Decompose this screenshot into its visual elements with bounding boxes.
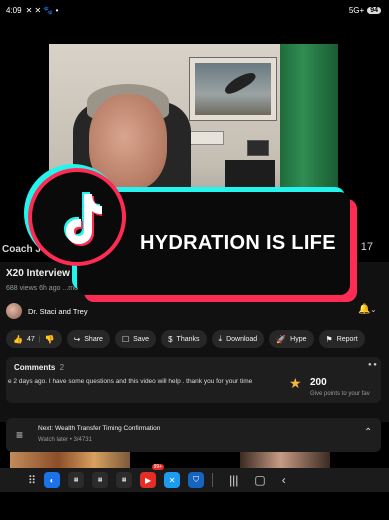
video-title[interactable]: X20 Interview w <box>6 268 80 279</box>
green-curtain <box>280 44 338 244</box>
report-button[interactable]: ⚑ Report <box>318 330 365 348</box>
hype-label: Hype <box>290 335 307 343</box>
download-icon: ⤓ <box>218 334 223 343</box>
report-label: Report <box>336 335 358 343</box>
home-icon[interactable]: ▢ <box>254 473 265 487</box>
shield-icon[interactable]: ⛉ <box>188 472 205 488</box>
download-label: Download <box>226 335 258 343</box>
person-head <box>89 94 167 190</box>
status-bar: 4:09 ✕ ✕ 🐾 • 5G+ 94 <box>0 0 389 44</box>
eagle-image <box>222 69 258 97</box>
pill-divider: | <box>38 335 41 343</box>
battery-icon: 94 <box>367 7 381 14</box>
network-indicator: 5G+ <box>348 6 365 15</box>
desk-monitor <box>247 140 269 156</box>
comment-preview: e 2 days ago. I have some questions and … <box>8 378 253 385</box>
like-count: 47 <box>26 335 35 343</box>
thanks-label: Thanks <box>176 335 200 343</box>
taskbar: ⠿ ◐ ▦ ▦ ▦ ▶ 99+ ✕ ⛉ ||| ▢ ‹ <box>0 464 389 492</box>
app-icon[interactable]: ▦ <box>92 472 109 488</box>
youtube-icon[interactable]: ▶ 99+ <box>140 464 165 488</box>
comments-heading: Comments 2 <box>14 363 64 372</box>
dislike-icon[interactable]: 👎 <box>45 335 55 344</box>
desk-item <box>225 160 275 188</box>
bottom-bar <box>0 492 389 520</box>
points-value: 200 <box>310 377 327 388</box>
comments-card[interactable]: Comments 2 ● ● e 2 days ago. I have some… <box>6 357 381 403</box>
apps-grid-icon[interactable]: ⠿ <box>28 474 36 487</box>
bell-icon[interactable]: 🔔 <box>358 304 370 315</box>
playlist-icon: ≡ <box>16 428 24 442</box>
chevron-down-icon[interactable]: ⌄ <box>370 305 377 314</box>
video-player[interactable] <box>49 44 338 244</box>
app-icon[interactable]: ◐ <box>44 472 61 488</box>
save-icon: ☐ <box>121 334 130 344</box>
like-icon: 👍 <box>13 334 23 344</box>
share-icon: ↪ <box>73 334 81 344</box>
app-icon[interactable]: ▦ <box>116 472 133 488</box>
taskbar-divider <box>212 473 214 487</box>
hype-button[interactable]: 🚀 Hype <box>269 330 314 348</box>
person-shirt <box>59 194 219 244</box>
hype-icon: 🚀 <box>276 334 287 344</box>
download-button[interactable]: ⤓ Download <box>211 330 265 348</box>
notification-icons: ✕ ✕ 🐾 • <box>25 6 59 15</box>
side-count: 17 <box>360 241 373 253</box>
avatar[interactable] <box>6 303 22 319</box>
comments-count: 2 <box>59 363 65 372</box>
next-subtitle: Watch later • 3/4731 <box>38 437 92 443</box>
status-left: 4:09 ✕ ✕ 🐾 • <box>6 6 58 15</box>
report-icon: ⚑ <box>325 334 333 344</box>
like-button[interactable]: 👍 47 | 👎 <box>6 330 62 348</box>
save-label: Save <box>133 335 150 343</box>
app-icon[interactable]: ▦ <box>68 472 85 488</box>
action-bar: 👍 47 | 👎 ↪ Share ☐ Save $ Thanks ⤓ Downl… <box>6 330 365 348</box>
video-meta[interactable]: 688 views 6h ago ...more <box>6 285 84 292</box>
next-title: Next: Wealth Transfer Timing Confirmatio… <box>38 425 161 432</box>
star-icon: ★ <box>289 375 302 391</box>
thanks-icon: $ <box>168 334 173 344</box>
chevron-up-icon[interactable]: ⌃ <box>364 427 372 438</box>
clock: 4:09 <box>6 6 22 15</box>
back-icon[interactable]: ‹ <box>282 473 286 487</box>
eagle-painting <box>190 58 276 120</box>
next-up-bar[interactable]: ≡ Next: Wealth Transfer Timing Confirmat… <box>6 418 381 452</box>
share-label: Share <box>84 335 103 343</box>
comments-title: Comments <box>14 363 56 372</box>
status-right: 5G+ 94 <box>349 6 381 15</box>
thanks-button[interactable]: $ Thanks <box>161 330 207 348</box>
save-button[interactable]: ☐ Save <box>114 330 157 348</box>
x-app-icon[interactable]: ✕ <box>164 472 181 488</box>
wall-shelf <box>189 131 224 145</box>
channel-row[interactable]: Dr. Staci and Trey <box>6 302 88 320</box>
share-button[interactable]: ↪ Share <box>66 330 110 348</box>
notification-badge: 99+ <box>151 464 165 470</box>
channel-name[interactable]: Dr. Staci and Trey <box>28 307 88 316</box>
recents-icon[interactable]: ||| <box>229 473 238 487</box>
more-options-icon[interactable]: ● ● <box>368 362 377 368</box>
presenter-label: Coach J <box>2 244 41 255</box>
points-text: Give points to your fav <box>310 391 370 397</box>
